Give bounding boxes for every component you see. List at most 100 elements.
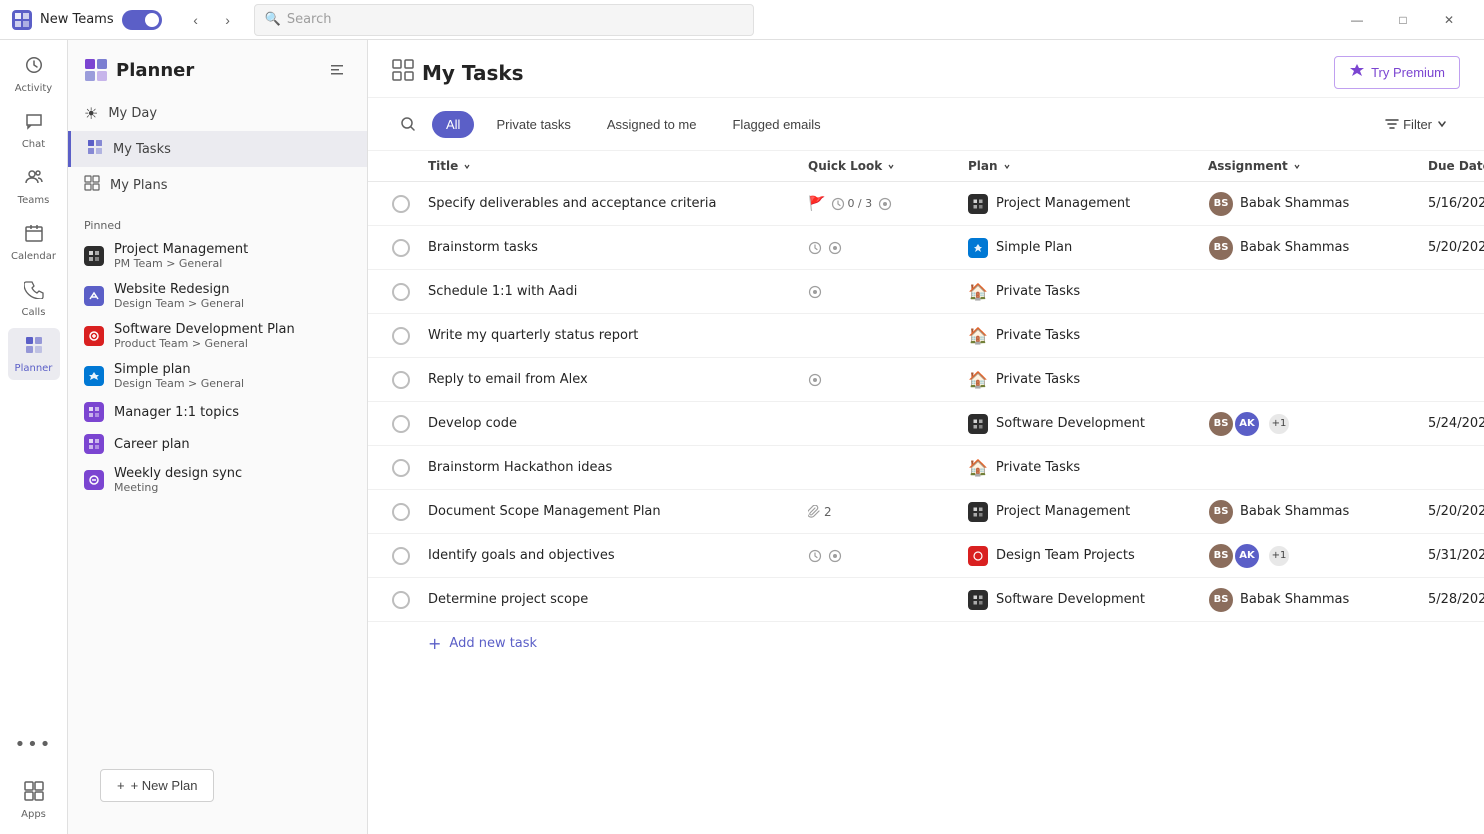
pinned-item-sdp[interactable]: Software Development Plan Product Team >… (68, 316, 367, 356)
nav-item-apps[interactable]: Apps (8, 774, 60, 826)
task-title-2[interactable]: Brainstorm tasks (428, 240, 808, 255)
cp-name: Career plan (114, 437, 190, 452)
try-premium-button[interactable]: Try Premium (1334, 56, 1460, 89)
plan-cell-2: Simple Plan (968, 238, 1208, 258)
task-title-8[interactable]: Document Scope Management Plan (428, 504, 808, 519)
progress-badge-1: 0 / 3 (831, 197, 872, 211)
pinned-item-sp[interactable]: Simple plan Design Team > General (68, 356, 367, 396)
maximize-button[interactable]: □ (1380, 0, 1426, 40)
page-title: My Tasks (392, 59, 524, 86)
due-date-6: 5/24/2024 (1428, 416, 1484, 431)
sidebar-title: Planner (84, 58, 194, 82)
table-row: Document Scope Management Plan 2 Project… (368, 490, 1484, 534)
new-plan-label: + New Plan (131, 778, 198, 793)
sdp-icon (84, 326, 104, 346)
teams-icon (24, 167, 44, 192)
task-checkbox-8[interactable] (392, 503, 410, 521)
avatar-9-extra: +1 (1268, 545, 1290, 567)
task-checkbox-2[interactable] (392, 239, 410, 257)
add-task-label: Add new task (449, 636, 537, 651)
task-title-9[interactable]: Identify goals and objectives (428, 548, 808, 563)
assignee-name-10: Babak Shammas (1240, 592, 1349, 607)
settings-icon-3 (808, 285, 822, 299)
sidebar-item-my-tasks[interactable]: My Tasks (68, 131, 367, 167)
sp-sub: Design Team > General (114, 377, 244, 390)
col-assignment[interactable]: Assignment (1208, 159, 1428, 173)
minimize-button[interactable]: — (1334, 0, 1380, 40)
search-bar[interactable]: 🔍 Search (254, 4, 754, 36)
task-title-10[interactable]: Determine project scope (428, 592, 808, 607)
attachment-icon (808, 505, 821, 518)
col-duedate[interactable]: Due Date (1428, 159, 1484, 173)
task-checkbox-7[interactable] (392, 459, 410, 477)
col-duedate-label: Due Date (1428, 159, 1484, 173)
apps-icon (24, 781, 44, 806)
nav-item-planner[interactable]: Planner (8, 328, 60, 380)
task-checkbox-9[interactable] (392, 547, 410, 565)
filter-search-button[interactable] (392, 108, 424, 140)
task-title-6[interactable]: Develop code (428, 416, 808, 431)
wds-sub: Meeting (114, 481, 242, 494)
nav-back-button[interactable]: ‹ (182, 6, 210, 34)
nav-item-activity[interactable]: Activity (8, 48, 60, 100)
chat-icon (24, 111, 44, 136)
nav-item-calls[interactable]: Calls (8, 272, 60, 324)
assignment-9: BS AK +1 (1208, 543, 1428, 569)
quick-look-9 (808, 549, 968, 563)
pinned-item-m11[interactable]: Manager 1:1 topics (68, 396, 367, 428)
new-teams-toggle[interactable] (122, 10, 162, 30)
filter-button[interactable]: Filter (1373, 111, 1460, 138)
pinned-item-wr[interactable]: Website Redesign Design Team > General (68, 276, 367, 316)
nav-forward-button[interactable]: › (214, 6, 242, 34)
pinned-item-wds[interactable]: Weekly design sync Meeting (68, 460, 367, 500)
task-checkbox-10[interactable] (392, 591, 410, 609)
plan-cell-9: Design Team Projects (968, 546, 1208, 566)
col-title[interactable]: Title (428, 159, 808, 173)
pinned-item-pm[interactable]: Project Management PM Team > General (68, 236, 367, 276)
tab-flagged[interactable]: Flagged emails (718, 111, 834, 138)
tab-all[interactable]: All (432, 111, 474, 138)
task-checkbox-4[interactable] (392, 327, 410, 345)
nav-item-calendar[interactable]: Calendar (8, 216, 60, 268)
plan-icon-8 (968, 502, 988, 522)
task-checkbox-1[interactable] (392, 195, 410, 213)
task-checkbox-5[interactable] (392, 371, 410, 389)
quick-look-5 (808, 373, 968, 387)
private-icon-7: 🏠 (968, 458, 988, 477)
task-title-4[interactable]: Write my quarterly status report (428, 328, 808, 343)
new-plan-button[interactable]: + + New Plan (100, 769, 214, 802)
quick-look-3 (808, 285, 968, 299)
private-icon-3: 🏠 (968, 282, 988, 301)
sidebar-item-my-plans[interactable]: My Plans (68, 167, 367, 203)
close-button[interactable]: ✕ (1426, 0, 1472, 40)
add-task-row[interactable]: + Add new task (368, 622, 1484, 665)
wr-sub: Design Team > General (114, 297, 244, 310)
task-checkbox-6[interactable] (392, 415, 410, 433)
quick-look-1: 🚩 0 / 3 (808, 196, 968, 212)
task-title-7[interactable]: Brainstorm Hackathon ideas (428, 460, 808, 475)
col-plan[interactable]: Plan (968, 159, 1208, 173)
nav-item-chat[interactable]: Chat (8, 104, 60, 156)
task-title-5[interactable]: Reply to email from Alex (428, 372, 808, 387)
sidebar-item-my-day[interactable]: ☀ My Day (68, 96, 367, 131)
tab-private[interactable]: Private tasks (482, 111, 584, 138)
nav-item-teams[interactable]: Teams (8, 160, 60, 212)
sidebar-header: Planner (68, 52, 367, 96)
due-date-8: 5/20/2024 (1428, 504, 1484, 519)
task-title-3[interactable]: Schedule 1:1 with Aadi (428, 284, 808, 299)
nav-item-more[interactable]: ••• (8, 718, 60, 770)
chat-label: Chat (22, 139, 45, 150)
task-title-1[interactable]: Specify deliverables and acceptance crit… (428, 196, 808, 211)
col-quicklook[interactable]: Quick Look (808, 159, 968, 173)
title-bar: New Teams ‹ › 🔍 Search — □ ✕ (0, 0, 1484, 40)
task-checkbox-3[interactable] (392, 283, 410, 301)
collapse-icon (329, 62, 345, 78)
table-row: Reply to email from Alex 🏠 Private Tasks (368, 358, 1484, 402)
pinned-item-cp[interactable]: Career plan (68, 428, 367, 460)
sidebar-collapse-button[interactable] (323, 56, 351, 84)
planner-nav-icon (24, 335, 44, 360)
tab-assigned[interactable]: Assigned to me (593, 111, 711, 138)
avatar-1: BS (1208, 191, 1234, 217)
search-icon: 🔍 (265, 12, 281, 27)
avatar-6b: AK (1234, 411, 1260, 437)
